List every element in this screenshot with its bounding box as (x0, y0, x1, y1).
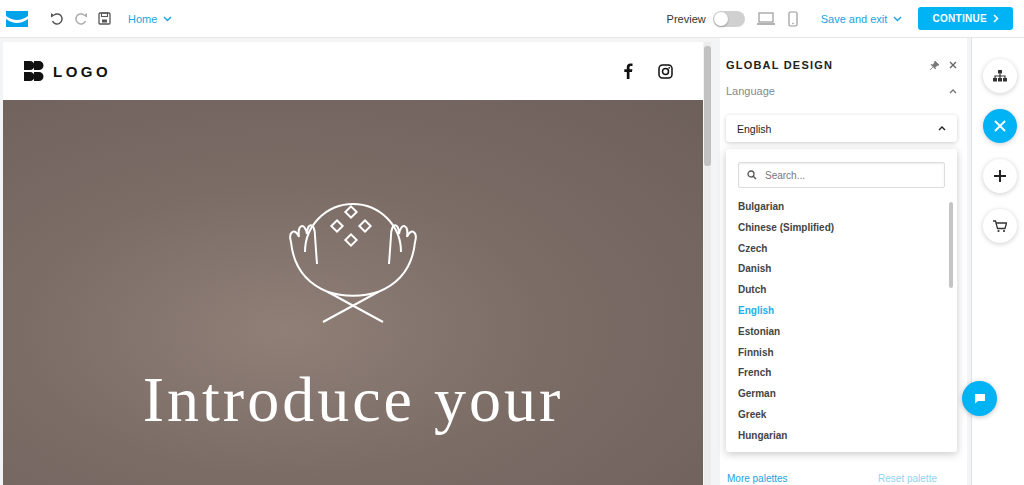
page-menu[interactable]: Home (128, 13, 172, 25)
preview-toggle[interactable] (713, 11, 745, 27)
language-option[interactable]: Estonian (738, 322, 931, 343)
workspace: LOGO Introduce your GLOBAL DESIGN Langua… (0, 38, 1024, 485)
continue-button[interactable]: CONTINUE (918, 7, 1013, 30)
global-design-panel: GLOBAL DESIGN Language English Search...… (720, 38, 967, 485)
panel-title: GLOBAL DESIGN (726, 59, 833, 71)
section-label: Language (726, 85, 775, 97)
instagram-icon[interactable] (658, 64, 673, 79)
pin-icon[interactable] (930, 61, 939, 70)
scroll-thumb[interactable] (949, 202, 953, 288)
chevron-up-icon (938, 126, 946, 131)
language-option[interactable]: Czech (738, 239, 931, 260)
sitemap-icon (993, 70, 1007, 82)
language-dropdown-wrap: English Search... BulgarianChinese (Simp… (726, 115, 957, 448)
close-icon[interactable] (949, 61, 957, 69)
language-dropdown[interactable]: English (726, 115, 957, 142)
language-option[interactable]: Chinese (Simplified) (738, 218, 931, 239)
search-placeholder: Search... (765, 170, 805, 181)
save-icon[interactable] (98, 12, 111, 25)
undo-icon[interactable] (50, 12, 64, 26)
desktop-icon[interactable] (757, 12, 775, 26)
language-option[interactable]: English (738, 301, 931, 322)
language-option[interactable]: Dutch (738, 280, 931, 301)
hero-section: Introduce your (3, 100, 703, 485)
canvas-scrollbar[interactable] (704, 42, 711, 485)
logo-text: LOGO (53, 63, 111, 80)
chevron-down-icon (163, 16, 172, 22)
close-tool-button[interactable] (983, 109, 1017, 143)
site-header: LOGO (3, 42, 703, 100)
hands-crystal-ball-icon (283, 182, 423, 330)
dropdown-value: English (737, 123, 771, 135)
sitemap-tool-button[interactable] (983, 59, 1017, 93)
language-section-header[interactable]: Language (726, 85, 957, 97)
language-option[interactable]: Greek (738, 405, 931, 426)
logo-mark-icon (24, 61, 44, 81)
search-field[interactable]: Search... (738, 162, 945, 188)
cart-icon (993, 220, 1007, 233)
hero-heading[interactable]: Introduce your (143, 362, 564, 439)
preview-label: Preview (667, 13, 706, 25)
toolbar: Home Preview Save and exit CONTINUE (0, 0, 1024, 38)
language-options: BulgarianChinese (Simplified)CzechDanish… (738, 197, 945, 447)
plus-icon (994, 170, 1006, 182)
scroll-thumb[interactable] (704, 46, 711, 166)
panel-header: GLOBAL DESIGN (726, 38, 957, 71)
more-palettes-link[interactable]: More palettes (727, 473, 788, 484)
language-options-menu: Search... BulgarianChinese (Simplified)C… (726, 149, 957, 452)
envelope-logo-icon[interactable] (5, 10, 29, 28)
language-option[interactable]: German (738, 384, 931, 405)
chevron-right-icon (993, 14, 999, 23)
chat-bubble-icon (974, 393, 986, 404)
social-links (623, 63, 673, 79)
save-and-exit-menu[interactable]: Save and exit (821, 13, 903, 25)
editor: Home Preview Save and exit CONTINUE LOGO… (0, 0, 1024, 485)
language-option[interactable]: Finnish (738, 343, 931, 364)
redo-icon[interactable] (74, 12, 88, 26)
facebook-icon[interactable] (623, 63, 633, 79)
chevron-up-icon (949, 89, 957, 94)
close-icon (994, 120, 1006, 132)
chevron-down-icon (893, 16, 902, 22)
menu-scrollbar[interactable] (949, 201, 953, 440)
mobile-icon[interactable] (788, 11, 798, 27)
language-option[interactable]: Bulgarian (738, 197, 931, 218)
add-tool-button[interactable] (983, 159, 1017, 193)
palette-footer: More palettes Reset palette (726, 473, 957, 485)
language-option[interactable]: Danish (738, 259, 931, 280)
cart-tool-button[interactable] (983, 209, 1017, 243)
search-icon (747, 170, 757, 180)
site-logo[interactable]: LOGO (24, 61, 111, 81)
tool-rail (971, 38, 1024, 485)
language-option[interactable]: French (738, 363, 931, 384)
language-option[interactable]: Hungarian (738, 426, 931, 447)
chat-button[interactable] (962, 381, 997, 416)
toggle-knob (714, 12, 728, 26)
reset-palette-link[interactable]: Reset palette (878, 473, 937, 484)
page-canvas: LOGO Introduce your (3, 42, 703, 485)
